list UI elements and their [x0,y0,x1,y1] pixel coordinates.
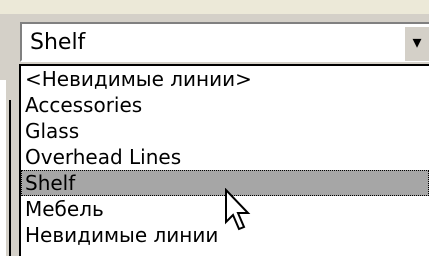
arrow-cursor-icon [225,188,251,231]
left-strip [0,80,6,256]
list-item[interactable]: Overhead Lines [21,144,429,170]
left-strip-border [9,100,11,256]
layer-combobox[interactable]: Shelf ▾ [20,22,429,62]
chevron-down-icon: ▾ [412,32,422,53]
list-item[interactable]: Glass [21,118,429,144]
combobox-value: Shelf [30,30,86,55]
list-item[interactable]: Accessories [21,92,429,118]
panel-top-edge [0,0,429,14]
dropdown-button[interactable]: ▾ [403,25,429,61]
list-item[interactable]: <Невидимые линии> [21,66,429,92]
